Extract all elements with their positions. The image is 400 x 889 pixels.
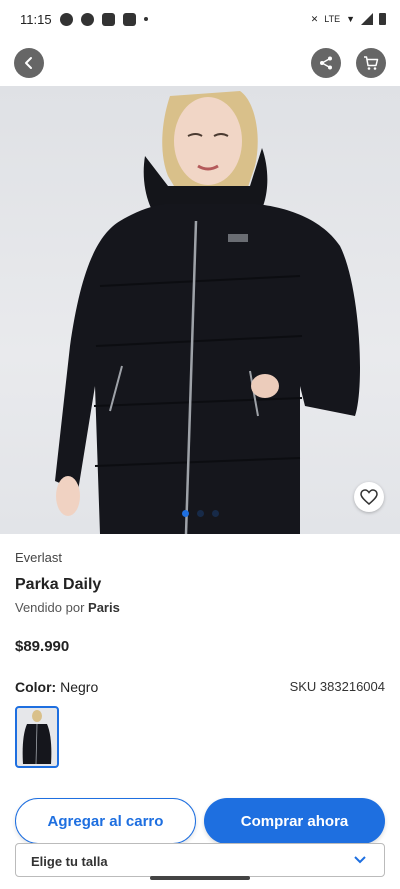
favorite-button[interactable]	[354, 482, 384, 512]
back-button[interactable]	[14, 48, 44, 78]
chevron-down-icon	[354, 856, 366, 864]
top-nav	[0, 44, 400, 84]
size-select[interactable]: Elige tu talla	[15, 843, 385, 877]
buy-now-button[interactable]: Comprar ahora	[204, 798, 385, 844]
size-placeholder: Elige tu talla	[31, 854, 108, 869]
color-label: Color:	[15, 679, 57, 695]
status-left: 11:15	[20, 12, 148, 27]
brand-name[interactable]: Everlast	[15, 550, 62, 565]
swatch-image	[22, 710, 52, 765]
network-label: LTE	[324, 14, 341, 24]
status-right: ✕ LTE ▼	[311, 13, 386, 25]
messenger-icon-2	[80, 12, 94, 26]
product-title: Parka Daily	[15, 576, 102, 593]
seller-prefix: Vendido por	[15, 600, 85, 615]
image-pager	[0, 510, 400, 517]
chevron-left-icon	[25, 57, 32, 69]
status-bar: 11:15 ✕ LTE ▼	[0, 0, 400, 38]
more-notifications-icon	[143, 17, 148, 21]
seller-line: Vendido por Paris	[15, 600, 120, 615]
signal-icon	[361, 13, 373, 25]
seller-name: Paris	[88, 600, 120, 615]
product-photo	[55, 91, 360, 534]
instagram-icon	[101, 12, 115, 26]
cart-button[interactable]	[356, 48, 386, 78]
product-image[interactable]	[0, 86, 400, 534]
pager-dot[interactable]	[211, 510, 219, 517]
product-price: $89.990	[15, 638, 70, 655]
share-icon	[320, 56, 332, 70]
color-swatch-thumbnail[interactable]	[15, 706, 59, 768]
mute-icon: ✕	[310, 13, 319, 24]
color-value: Negro	[60, 679, 99, 695]
heart-icon	[360, 489, 378, 505]
status-time: 11:15	[20, 11, 52, 27]
messenger-icon	[59, 12, 73, 26]
app-icon	[122, 12, 136, 26]
pager-dot[interactable]	[196, 510, 204, 517]
battery-icon	[379, 13, 386, 25]
cart-icon	[364, 56, 379, 70]
sku-label: SKU 383216004	[289, 679, 385, 694]
pager-dot[interactable]	[181, 510, 189, 517]
home-indicator	[150, 876, 250, 880]
wifi-icon: ▼	[346, 14, 355, 24]
add-to-cart-button[interactable]: Agregar al carro	[15, 798, 196, 844]
color-row: Color: Negro	[15, 679, 98, 695]
share-button[interactable]	[311, 48, 341, 78]
